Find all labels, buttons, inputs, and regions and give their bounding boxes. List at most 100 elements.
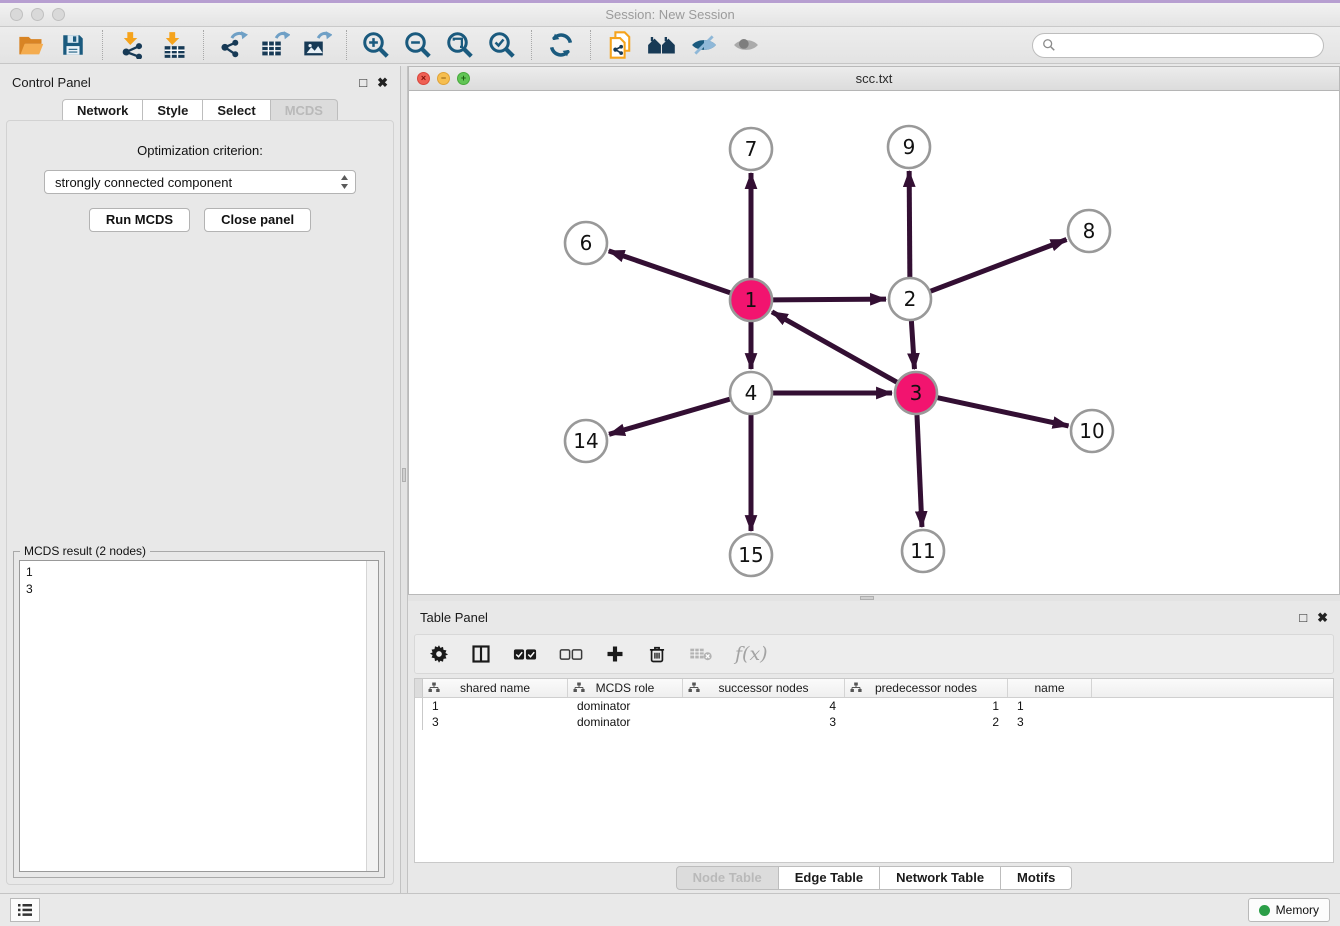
table-row[interactable]: 3dominator323	[415, 714, 1333, 730]
maximize-window-button[interactable]	[52, 8, 65, 21]
network-graph: 7968124314101511	[409, 91, 1333, 595]
main-toolbar	[0, 27, 1340, 64]
table-cell[interactable]: 4	[683, 698, 845, 714]
run-mcds-button[interactable]: Run MCDS	[89, 208, 190, 232]
table-cell[interactable]: dominator	[568, 714, 683, 730]
table-row[interactable]: 1dominator411	[415, 698, 1333, 714]
zoom-selected-icon[interactable]	[485, 29, 519, 61]
table-panel-close-icon[interactable]: ✖	[1317, 611, 1328, 624]
table-cell[interactable]: 1	[845, 698, 1008, 714]
table-cell[interactable]: 1	[423, 698, 568, 714]
export-table-icon[interactable]	[258, 29, 292, 61]
control-panel-close-icon[interactable]: ✖	[377, 76, 388, 89]
toolbar-separator	[203, 30, 204, 60]
tab-network-table[interactable]: Network Table	[880, 866, 1001, 890]
save-session-icon[interactable]	[56, 29, 90, 61]
network-maximize-button[interactable]: +	[457, 72, 470, 85]
divider-grip[interactable]	[402, 468, 406, 482]
edge-4-14[interactable]	[609, 399, 730, 434]
add-column-icon[interactable]	[605, 644, 625, 664]
new-network-from-selection-icon[interactable]	[603, 29, 637, 61]
toolbar-separator	[102, 30, 103, 60]
deselect-all-icon[interactable]	[559, 646, 583, 662]
search-input[interactable]	[1062, 38, 1314, 52]
optimization-criterion-select[interactable]: strongly connected component	[44, 170, 356, 194]
network-window-titlebar: × − + scc.txt	[409, 67, 1339, 91]
table-cell[interactable]: 3	[423, 714, 568, 730]
select-all-icon[interactable]	[513, 646, 537, 662]
table-panel: Table Panel □ ✖	[408, 601, 1340, 893]
mcds-result-title: MCDS result (2 nodes)	[20, 544, 150, 558]
table-cell[interactable]: 3	[683, 714, 845, 730]
close-window-button[interactable]	[10, 8, 23, 21]
table-cell[interactable]: dominator	[568, 698, 683, 714]
first-neighbors-icon[interactable]	[645, 29, 679, 61]
control-panel-float-icon[interactable]: □	[359, 76, 367, 89]
divider-grip[interactable]	[860, 596, 874, 600]
function-builder-icon: f(x)	[735, 643, 768, 665]
column-header-shared-name[interactable]: shared name	[423, 679, 568, 697]
node-label-7: 7	[745, 137, 758, 161]
memory-button[interactable]: Memory	[1248, 898, 1330, 922]
open-session-icon[interactable]	[14, 29, 48, 61]
network-minimize-button[interactable]: −	[437, 72, 450, 85]
table-cell[interactable]: 1	[1008, 698, 1092, 714]
row-gutter	[415, 679, 423, 697]
table-body: 1dominator4113dominator323	[415, 698, 1333, 730]
status-bar: Memory	[0, 893, 1340, 926]
edge-1-6[interactable]	[609, 251, 731, 293]
mcds-result-scrollbar[interactable]	[366, 561, 378, 871]
tab-node-table[interactable]: Node Table	[676, 866, 779, 890]
zoom-in-icon[interactable]	[359, 29, 393, 61]
search-icon	[1042, 38, 1056, 52]
network-close-button[interactable]: ×	[417, 72, 430, 85]
hide-selected-icon[interactable]	[687, 29, 721, 61]
edge-2-9[interactable]	[909, 171, 910, 277]
table-cell[interactable]: 3	[1008, 714, 1092, 730]
settings-gear-icon[interactable]	[429, 644, 449, 664]
column-header-predecessor-nodes[interactable]: predecessor nodes	[845, 679, 1008, 697]
export-image-icon[interactable]	[300, 29, 334, 61]
import-network-icon[interactable]	[115, 29, 149, 61]
mcds-result-group: MCDS result (2 nodes) 1 3	[13, 551, 385, 878]
node-label-8: 8	[1083, 219, 1096, 243]
mcds-result-list: 1 3	[20, 561, 366, 871]
refresh-layout-icon[interactable]	[544, 29, 578, 61]
tab-motifs[interactable]: Motifs	[1001, 866, 1072, 890]
edge-2-8[interactable]	[931, 240, 1067, 292]
delete-column-trash-icon[interactable]	[647, 644, 667, 664]
network-view-window: × − + scc.txt 7968124314101511	[408, 66, 1340, 595]
table-panel-float-icon[interactable]: □	[1299, 611, 1307, 624]
column-header-successor-nodes[interactable]: successor nodes	[683, 679, 845, 697]
edge-3-11[interactable]	[917, 415, 922, 527]
tab-edge-table[interactable]: Edge Table	[779, 866, 880, 890]
task-history-button[interactable]	[10, 898, 40, 922]
memory-label: Memory	[1276, 903, 1319, 917]
edge-3-10[interactable]	[938, 398, 1069, 426]
edge-3-1[interactable]	[772, 312, 897, 382]
edge-1-2[interactable]	[773, 299, 886, 300]
close-panel-button[interactable]: Close panel	[204, 208, 311, 232]
search-box	[1032, 33, 1324, 58]
zoom-out-icon[interactable]	[401, 29, 435, 61]
export-network-icon[interactable]	[216, 29, 250, 61]
show-all-icon[interactable]	[729, 29, 763, 61]
table-cell[interactable]: 2	[845, 714, 1008, 730]
network-window-title: scc.txt	[409, 71, 1339, 86]
minimize-window-button[interactable]	[31, 8, 44, 21]
zoom-fit-icon[interactable]	[443, 29, 477, 61]
node-label-1: 1	[745, 288, 758, 312]
import-table-icon[interactable]	[157, 29, 191, 61]
column-header-name[interactable]: name	[1008, 679, 1092, 697]
table-header-row: shared nameMCDS rolesuccessor nodesprede…	[415, 679, 1333, 698]
vertical-split-divider[interactable]	[400, 66, 408, 893]
mcds-tab-content: Optimization criterion: strongly connect…	[6, 120, 394, 885]
optimization-criterion-label: Optimization criterion:	[7, 143, 393, 158]
split-panel-icon[interactable]	[471, 644, 491, 664]
edge-2-3[interactable]	[911, 321, 914, 369]
window-title: Session: New Session	[0, 7, 1340, 22]
column-header-MCDS-role[interactable]: MCDS role	[568, 679, 683, 697]
node-label-3: 3	[910, 381, 923, 405]
network-canvas[interactable]: 7968124314101511	[409, 91, 1339, 594]
attribute-type-icon	[428, 682, 440, 696]
